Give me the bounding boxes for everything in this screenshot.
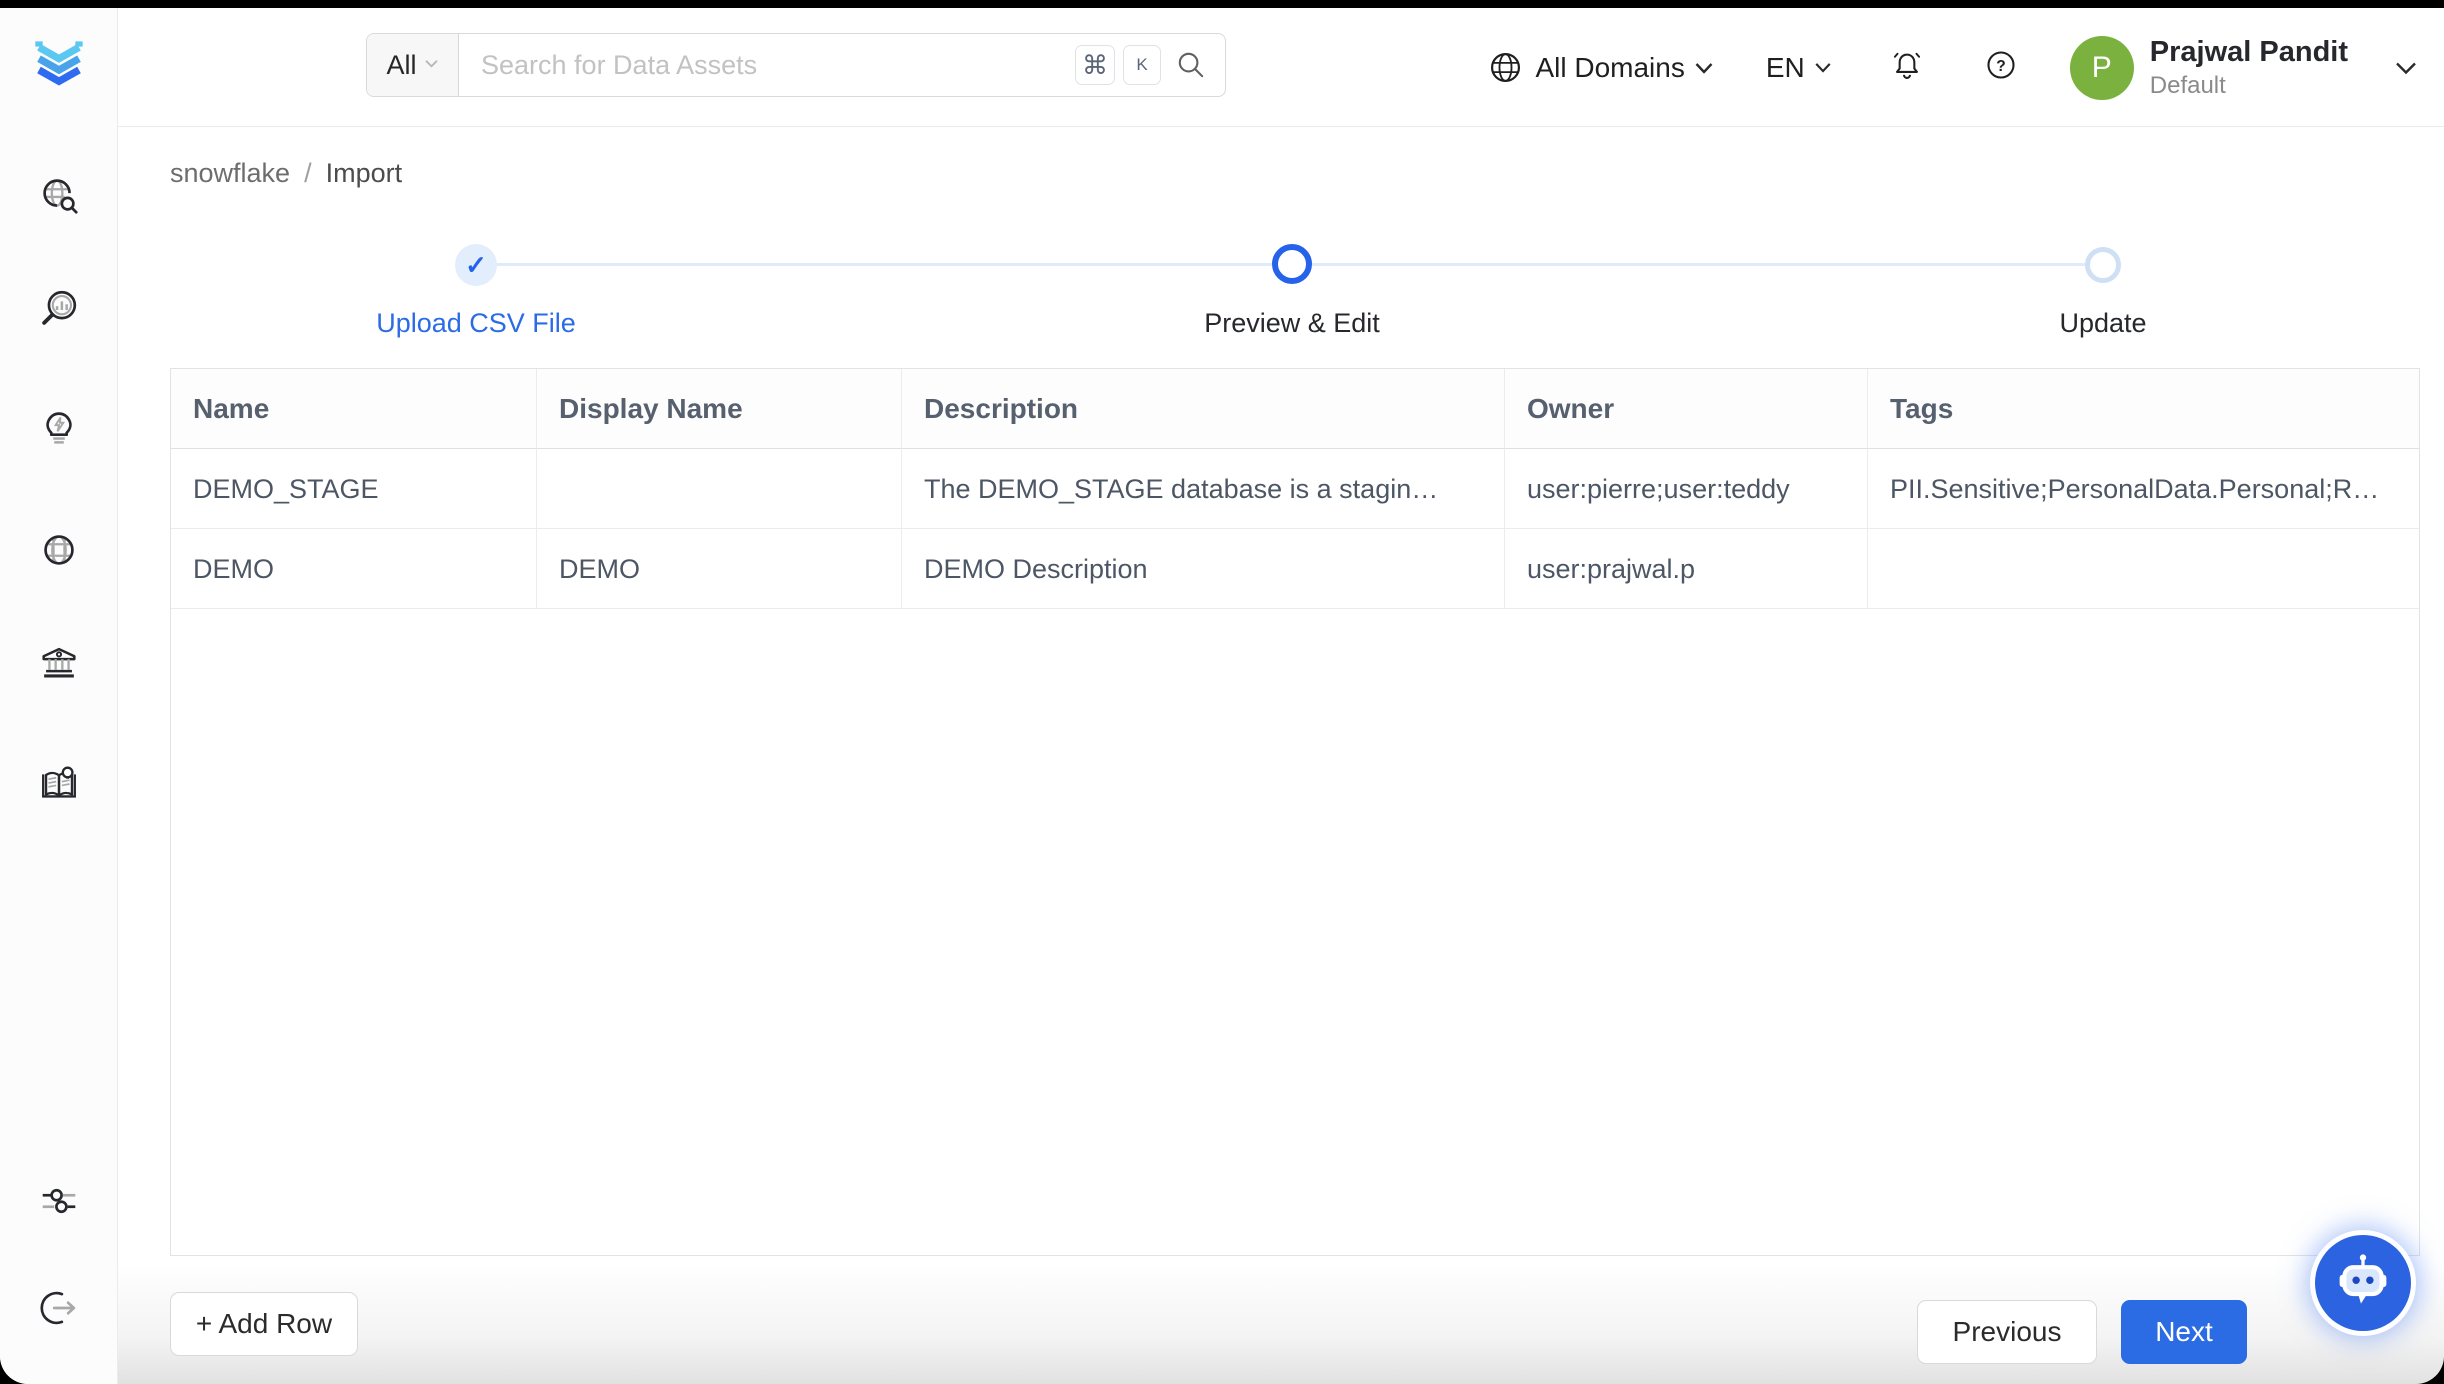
table-row: DEMODEMODEMO Descriptionuser:prajwal.p <box>171 529 2419 609</box>
add-row-button[interactable]: + Add Row <box>170 1292 358 1356</box>
search-input[interactable] <box>459 34 1075 96</box>
step-upload-csv[interactable]: ✓ <box>455 244 497 286</box>
check-icon: ✓ <box>465 250 487 281</box>
sidebar-item-observability[interactable] <box>35 287 83 335</box>
user-team: Default <box>2150 72 2348 100</box>
next-button[interactable]: Next <box>2121 1300 2247 1364</box>
cell-name[interactable]: DEMO_STAGE <box>171 449 537 529</box>
search-scope-label: All <box>386 50 416 81</box>
step-preview-edit[interactable] <box>1272 244 1312 284</box>
sidebar-item-glossary[interactable] <box>35 762 83 810</box>
user-name: Prajwal Pandit <box>2150 36 2348 69</box>
search-icon[interactable] <box>1175 49 1207 81</box>
preview-table: Name Display Name Description Owner Tags… <box>170 368 2420 1256</box>
table-body: DEMO_STAGE The DEMO_STAGE database is a s… <box>171 449 2419 609</box>
app-logo-icon[interactable] <box>27 30 91 99</box>
cell-display_name[interactable] <box>537 449 902 529</box>
cell-description[interactable]: DEMO Description <box>902 529 1505 609</box>
chatbot-button[interactable] <box>2315 1235 2411 1331</box>
header-right-cluster: All Domains EN <box>1487 8 2418 127</box>
sidebar-item-domains[interactable] <box>35 528 83 576</box>
user-menu[interactable]: P Prajwal Pandit Default <box>2070 36 2418 100</box>
bell-icon <box>1888 46 1926 89</box>
language-label: EN <box>1766 52 1805 84</box>
breadcrumb-separator: / <box>304 158 312 189</box>
search-scope-dropdown[interactable]: All <box>367 34 459 96</box>
cmd-key-badge: ⌘ <box>1075 45 1115 85</box>
svg-text:?: ? <box>1996 58 2006 75</box>
table-header-row: Name Display Name Description Owner Tags <box>171 369 2419 449</box>
chevron-down-icon <box>2394 60 2418 76</box>
lightbulb-bolt-icon <box>36 405 82 456</box>
breadcrumb-current: Import <box>326 158 403 189</box>
sidebar-item-logout[interactable] <box>35 1286 83 1334</box>
step-label-upload: Upload CSV File <box>376 308 576 339</box>
chevron-down-icon <box>1694 61 1714 75</box>
cell-description[interactable]: The DEMO_STAGE database is a stagin… <box>902 449 1505 529</box>
cell-tags[interactable]: PII.Sensitive;PersonalData.Personal;R… <box>1868 449 2419 529</box>
sidebar-item-explore[interactable] <box>35 173 83 221</box>
book-bulb-icon <box>36 761 82 812</box>
breadcrumb-root[interactable]: snowflake <box>170 158 290 189</box>
globe-grid-icon <box>36 527 82 578</box>
import-stepper: ✓ Upload CSV File Preview & Edit Update <box>0 222 2444 342</box>
bank-icon <box>36 640 82 691</box>
globe-icon <box>1487 49 1524 86</box>
avatar: P <box>2070 36 2134 100</box>
sidebar-item-govern[interactable] <box>35 641 83 689</box>
cell-name[interactable]: DEMO <box>171 529 537 609</box>
globe-search-icon <box>36 172 82 223</box>
sidebar <box>0 8 118 1384</box>
column-header-tags: Tags <box>1868 369 2419 449</box>
column-header-description: Description <box>902 369 1505 449</box>
column-header-name: Name <box>171 369 537 449</box>
language-selector[interactable]: EN <box>1766 52 1832 84</box>
domain-selector-label: All Domains <box>1535 52 1684 84</box>
previous-button[interactable]: Previous <box>1917 1300 2097 1364</box>
sliders-icon <box>36 1178 82 1229</box>
global-search: All ⌘ K <box>366 33 1226 97</box>
top-header: All ⌘ K <box>118 8 2444 127</box>
cell-owner[interactable]: user:pierre;user:teddy <box>1505 449 1868 529</box>
help-icon: ? <box>1982 46 2020 89</box>
app-window: All ⌘ K <box>0 8 2444 1384</box>
cell-owner[interactable]: user:prajwal.p <box>1505 529 1868 609</box>
sidebar-item-insights[interactable] <box>35 406 83 454</box>
step-update[interactable] <box>2085 247 2121 283</box>
table-row: DEMO_STAGE The DEMO_STAGE database is a s… <box>171 449 2419 529</box>
step-label-preview: Preview & Edit <box>1204 308 1380 339</box>
help-button[interactable]: ? <box>1982 46 2020 89</box>
chevron-down-icon <box>424 56 439 74</box>
robot-icon <box>2330 1250 2396 1316</box>
breadcrumb: snowflake / Import <box>170 158 402 189</box>
domain-selector[interactable]: All Domains <box>1487 49 1713 86</box>
notifications-button[interactable] <box>1888 46 1926 89</box>
magnifier-chart-icon <box>36 286 82 337</box>
chevron-down-icon <box>1814 61 1832 74</box>
cell-display_name[interactable]: DEMO <box>537 529 902 609</box>
sidebar-item-settings[interactable] <box>35 1179 83 1227</box>
k-key-badge: K <box>1123 45 1161 85</box>
step-label-update: Update <box>2059 308 2146 339</box>
cell-tags[interactable] <box>1868 529 2419 609</box>
column-header-owner: Owner <box>1505 369 1868 449</box>
column-header-display-name: Display Name <box>537 369 902 449</box>
logout-icon <box>36 1285 82 1336</box>
